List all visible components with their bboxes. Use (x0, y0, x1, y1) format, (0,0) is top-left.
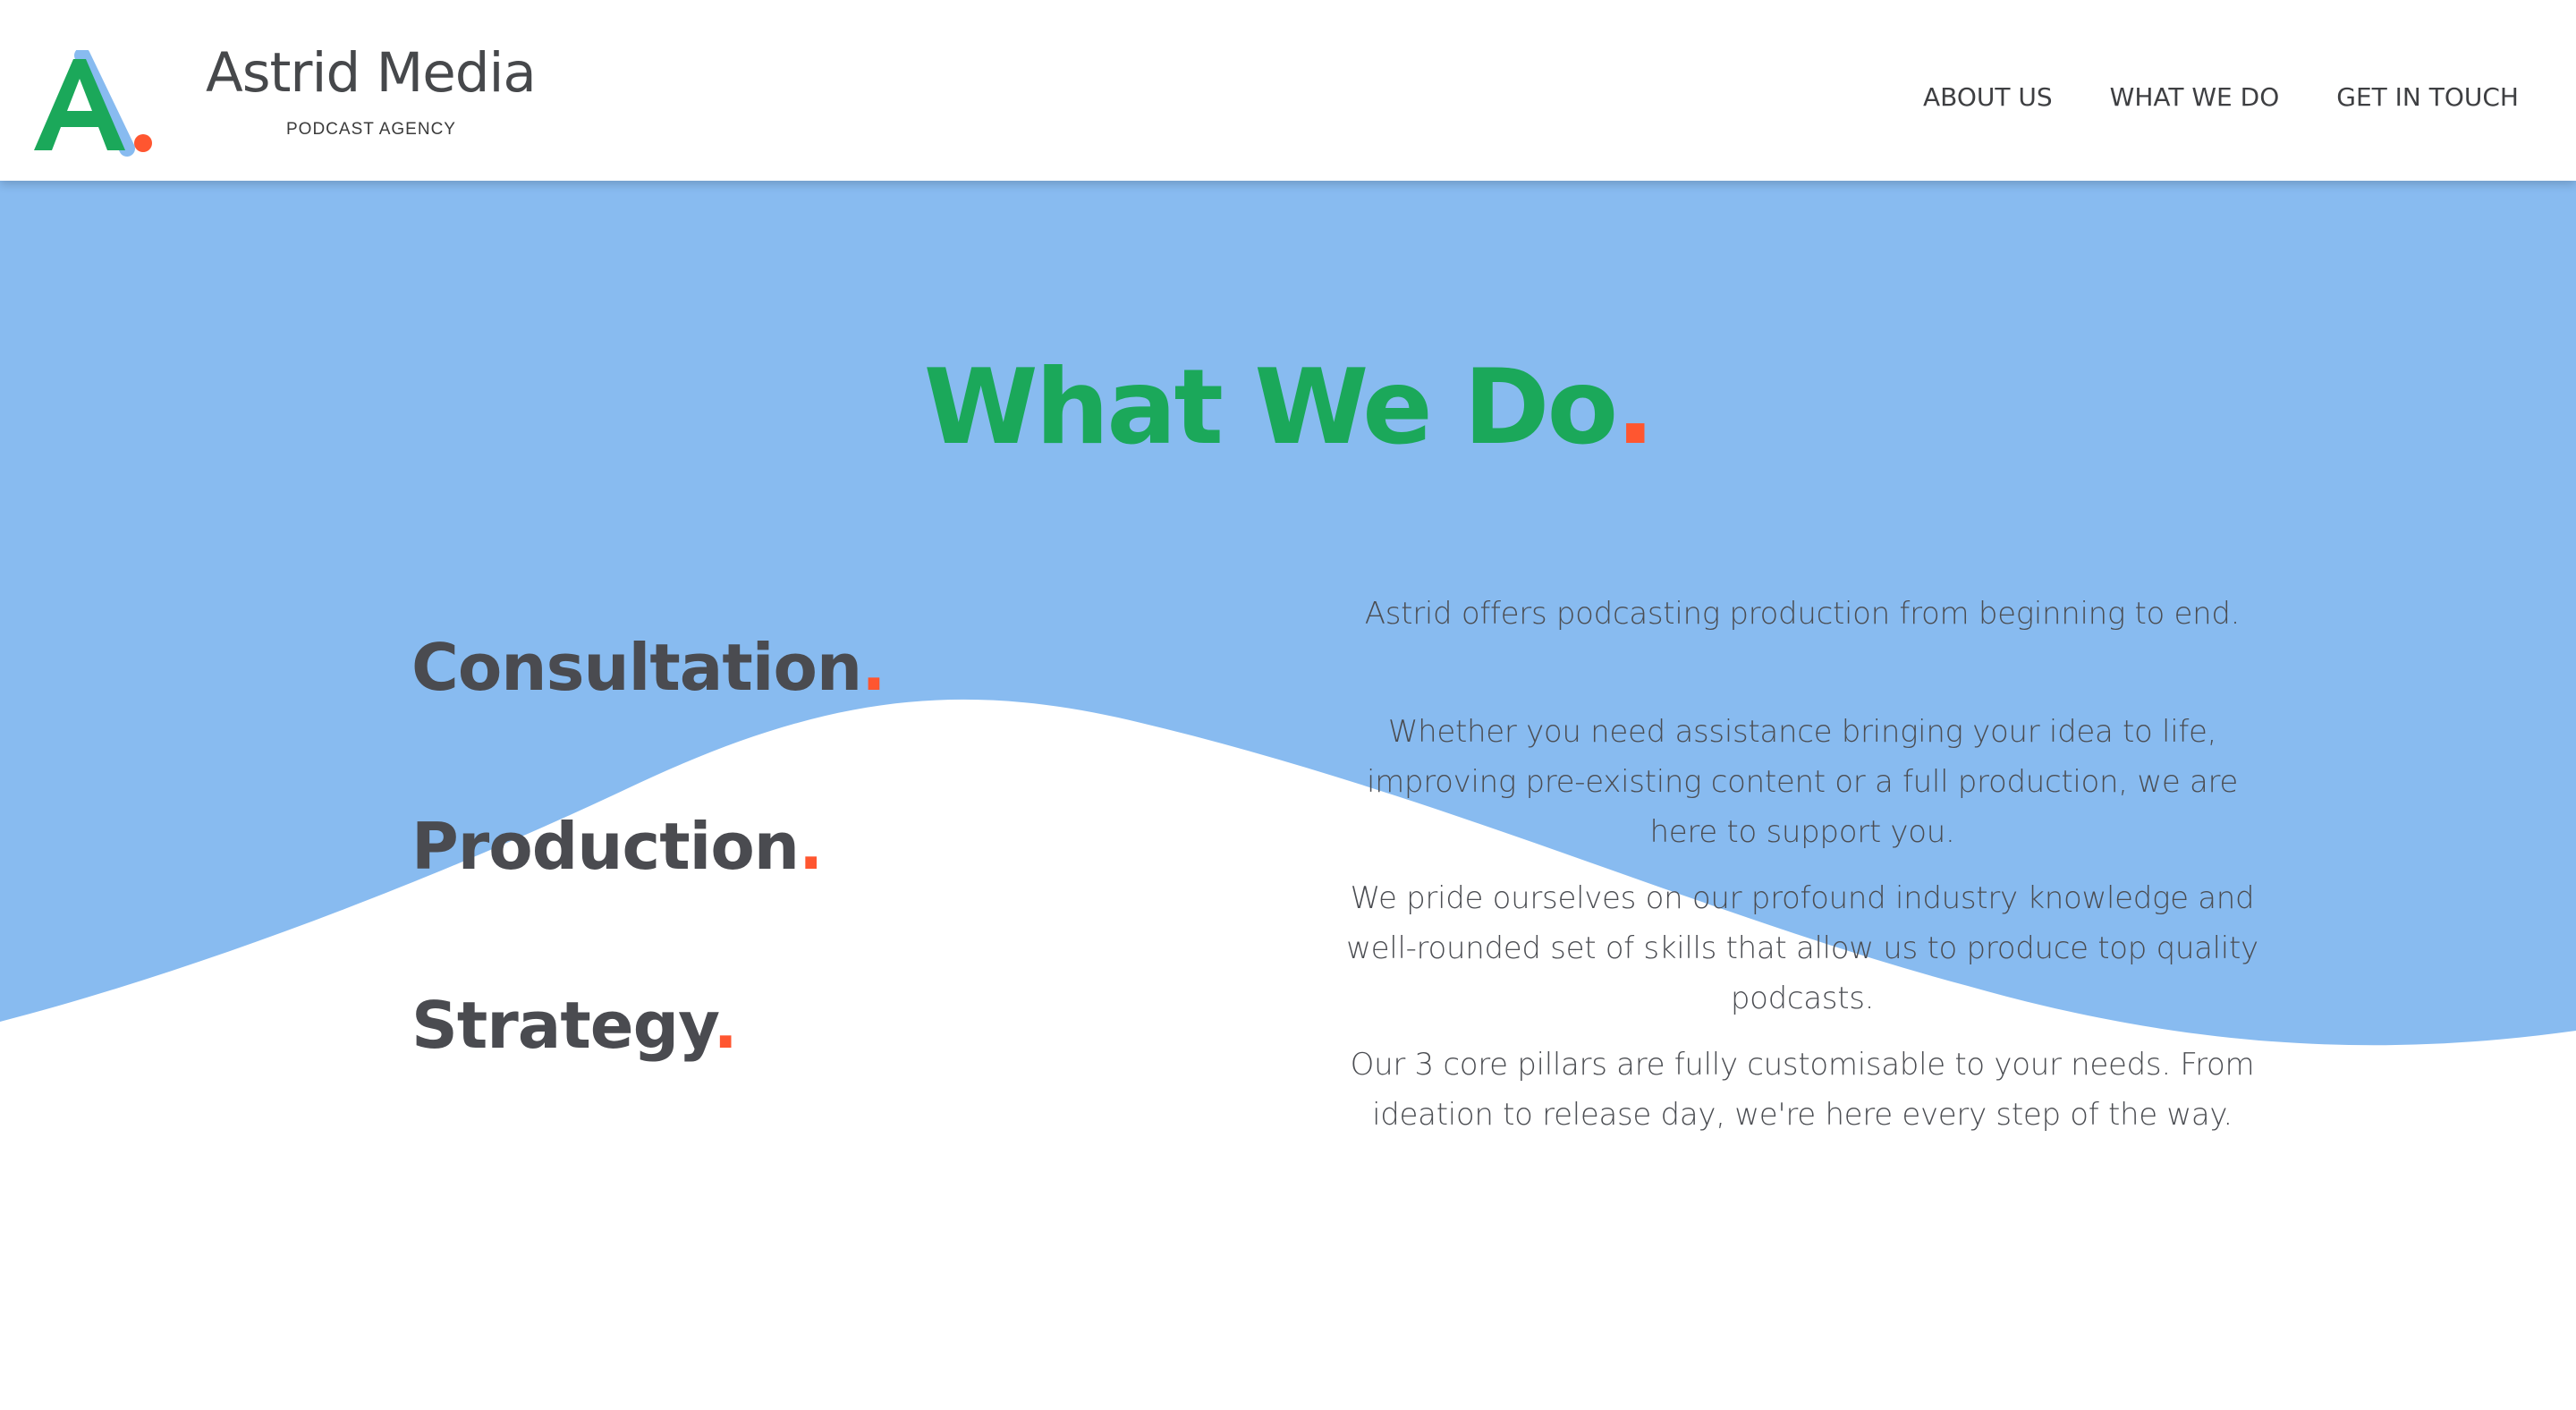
brand-name[interactable]: Astrid Media (206, 41, 537, 105)
pillar-production: Production. (411, 809, 823, 884)
brand-tagline: PODCAST AGENCY (286, 120, 456, 139)
nav-about-us[interactable]: ABOUT US (1923, 82, 2053, 112)
pillar-dot: . (861, 630, 886, 705)
title-accent-dot: . (1615, 347, 1655, 468)
pillar-strategy: Strategy. (411, 988, 738, 1063)
site-header: Astrid Media PODCAST AGENCY ABOUT US WHA… (0, 0, 2576, 181)
support-paragraph: Whether you need assistance bringing you… (1366, 714, 2239, 850)
nav-what-we-do[interactable]: WHAT WE DO (2110, 82, 2280, 112)
pillar-label: Strategy (411, 988, 714, 1063)
intro-paragraph: Astrid offers podcasting production from… (1364, 596, 2241, 632)
pillar-dot: . (799, 809, 823, 884)
section-title: What We Do. (0, 347, 2576, 468)
pillar-dot: . (713, 988, 737, 1063)
skills-paragraph: We pride ourselves on our profound indus… (1346, 880, 2258, 1016)
pillar-consultation: Consultation. (411, 630, 886, 705)
pillar-label: Consultation (411, 630, 862, 705)
astrid-logo-icon[interactable] (27, 50, 161, 157)
what-we-do-section: What We Do. Consultation. Production. St… (0, 181, 2576, 1410)
main-nav: ABOUT US WHAT WE DO GET IN TOUCH (1923, 82, 2519, 112)
section-title-text: What We Do (923, 347, 1619, 468)
pillars-paragraph: Our 3 core pillars are fully customisabl… (1350, 1047, 2255, 1133)
pillar-label: Production (411, 809, 800, 884)
nav-get-in-touch[interactable]: GET IN TOUCH (2336, 82, 2519, 112)
